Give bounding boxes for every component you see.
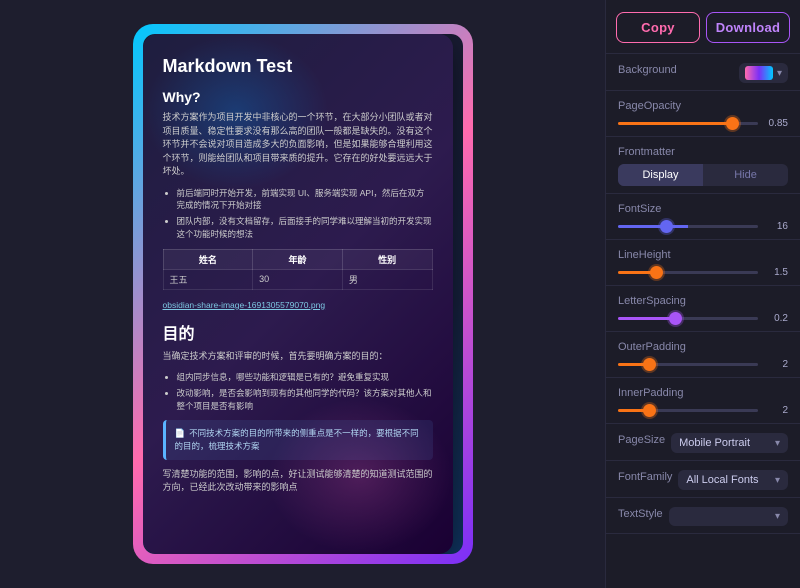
line-height-value: 1.5 <box>762 267 788 278</box>
card-link[interactable]: obsidian-share-image-1691305579070.png <box>163 300 433 310</box>
font-family-row: FontFamily All Local Fonts ▾ <box>618 470 788 490</box>
text-style-chevron-icon: ▾ <box>775 511 780 522</box>
page-opacity-slider-row: 0.85 <box>618 118 788 129</box>
card-section2-heading: 目的 <box>163 320 433 344</box>
frontmatter-label: Frontmatter <box>618 146 788 158</box>
table-row: 王五 30 男 <box>163 269 432 289</box>
background-swatch[interactable]: ▾ <box>739 63 788 83</box>
line-height-section: LineHeight 1.5 <box>606 240 800 286</box>
card-bullet-1-2: 团队内部，没有文档留存，后面接手的同学难以理解当初的开发实现这个功能时候的想法 <box>177 215 433 241</box>
copy-button[interactable]: Copy <box>616 12 700 43</box>
table-cell-name: 王五 <box>163 269 253 289</box>
background-label: Background <box>618 64 677 76</box>
background-section: Background ▾ <box>606 54 800 91</box>
text-style-row: TextStyle ▾ <box>618 507 788 526</box>
card-content: Markdown Test Why? 技术方案作为项目开发中非核心的一个环节，在… <box>163 56 433 495</box>
text-style-section: TextStyle ▾ <box>606 498 800 534</box>
card-callout: 📄不同技术方案的目的所带来的侧重点是不一样的，要根据不同的目的，梳理技术方案 <box>163 420 433 460</box>
font-family-value: All Local Fonts <box>686 474 758 486</box>
outer-padding-value: 2 <box>762 359 788 370</box>
download-button[interactable]: Download <box>706 12 790 43</box>
card-table: 姓名 年龄 性别 王五 30 男 <box>163 249 433 290</box>
font-size-label: FontSize <box>618 203 788 215</box>
card-section3-body: 写清楚功能的范围，影响的点，好让测试能够清楚的知道测试范围的方向，已经此次改动带… <box>163 468 433 495</box>
line-height-slider[interactable] <box>618 271 758 274</box>
card-section2-body: 当确定技术方案和评审的时候，首先要明确方案的目的： <box>163 350 433 364</box>
page-size-label: PageSize <box>618 434 665 446</box>
page-opacity-slider[interactable] <box>618 122 758 125</box>
page-size-dropdown[interactable]: Mobile Portrait ▾ <box>671 433 788 453</box>
font-family-dropdown[interactable]: All Local Fonts ▾ <box>678 470 788 490</box>
card-bullet-2-1: 组内同步信息，哪些功能和逻辑是已有的？避免重复实现 <box>177 371 433 384</box>
inner-padding-slider[interactable] <box>618 409 758 412</box>
card-bullets-2: 组内同步信息，哪些功能和逻辑是已有的？避免重复实现 改动影响，是否会影响到现有的… <box>177 371 433 412</box>
preview-inner-bg: Markdown Test Why? 技术方案作为项目开发中非核心的一个环节，在… <box>143 34 463 554</box>
inner-padding-slider-row: 2 <box>618 405 788 416</box>
frontmatter-toggle-group: Display Hide <box>618 164 788 186</box>
background-row: Background ▾ <box>618 63 788 83</box>
inner-padding-label: InnerPadding <box>618 387 788 399</box>
frontmatter-display-button[interactable]: Display <box>618 164 703 186</box>
preview-card: Markdown Test Why? 技术方案作为项目开发中非核心的一个环节，在… <box>143 34 453 554</box>
line-height-slider-row: 1.5 <box>618 267 788 278</box>
page-opacity-section: PageOpacity 0.85 <box>606 91 800 137</box>
letter-spacing-slider[interactable] <box>618 317 758 320</box>
outer-padding-section: OuterPadding 2 <box>606 332 800 378</box>
table-header-name: 姓名 <box>163 249 253 269</box>
inner-padding-section: InnerPadding 2 <box>606 378 800 424</box>
letter-spacing-slider-row: 0.2 <box>618 313 788 324</box>
page-opacity-value: 0.85 <box>762 118 788 129</box>
font-family-section: FontFamily All Local Fonts ▾ <box>606 461 800 498</box>
letter-spacing-value: 0.2 <box>762 313 788 324</box>
letter-spacing-label: LetterSpacing <box>618 295 788 307</box>
line-height-label: LineHeight <box>618 249 788 261</box>
page-size-value: Mobile Portrait <box>679 437 750 449</box>
card-section1-body: 技术方案作为项目开发中非核心的一个环节，在大部分小团队或者对项目质量、稳定性要求… <box>163 111 433 179</box>
frontmatter-section: Frontmatter Display Hide <box>606 137 800 194</box>
frontmatter-hide-button[interactable]: Hide <box>703 164 788 186</box>
outer-padding-label: OuterPadding <box>618 341 788 353</box>
text-style-label: TextStyle <box>618 508 663 520</box>
gradient-pill <box>745 66 773 80</box>
card-bullet-2-2: 改动影响，是否会影响到现有的其他同学的代码？该方案对其他人和整个项目是否有影响 <box>177 387 433 413</box>
font-size-value: 16 <box>762 221 788 232</box>
inner-padding-value: 2 <box>762 405 788 416</box>
font-size-slider-row: 16 <box>618 221 788 232</box>
page-size-section: PageSize Mobile Portrait ▾ <box>606 424 800 461</box>
font-size-slider[interactable] <box>618 225 758 228</box>
preview-area: Markdown Test Why? 技术方案作为项目开发中非核心的一个环节，在… <box>0 0 605 588</box>
table-header-gender: 性别 <box>342 249 432 269</box>
font-family-label: FontFamily <box>618 471 672 483</box>
text-style-dropdown[interactable]: ▾ <box>669 507 788 526</box>
font-size-section: FontSize 16 <box>606 194 800 240</box>
card-title: Markdown Test <box>163 56 433 77</box>
outer-padding-slider-row: 2 <box>618 359 788 370</box>
font-family-chevron-icon: ▾ <box>775 475 780 486</box>
chevron-down-icon: ▾ <box>777 68 782 79</box>
table-cell-gender: 男 <box>342 269 432 289</box>
panel-toolbar: Copy Download <box>606 0 800 54</box>
table-cell-age: 30 <box>253 269 343 289</box>
right-panel: Copy Download Background ▾ PageOpacity 0… <box>605 0 800 588</box>
gradient-border: Markdown Test Why? 技术方案作为项目开发中非核心的一个环节，在… <box>133 24 473 564</box>
card-bullets-1: 前后端同时开始开发，前端实现 UI、服务端实现 API，然后在双方完成的情况下开… <box>177 187 433 241</box>
preview-outer: Markdown Test Why? 技术方案作为项目开发中非核心的一个环节，在… <box>133 24 473 564</box>
page-size-row: PageSize Mobile Portrait ▾ <box>618 433 788 453</box>
outer-padding-slider[interactable] <box>618 363 758 366</box>
page-size-chevron-icon: ▾ <box>775 438 780 449</box>
card-bullet-1-1: 前后端同时开始开发，前端实现 UI、服务端实现 API，然后在双方完成的情况下开… <box>177 187 433 213</box>
letter-spacing-section: LetterSpacing 0.2 <box>606 286 800 332</box>
callout-text: 不同技术方案的目的所带来的侧重点是不一样的，要根据不同的目的，梳理技术方案 <box>175 428 419 451</box>
page-opacity-label: PageOpacity <box>618 100 788 112</box>
table-header-age: 年龄 <box>253 249 343 269</box>
callout-icon: 📄 <box>175 428 186 438</box>
card-section1-heading: Why? <box>163 89 433 105</box>
